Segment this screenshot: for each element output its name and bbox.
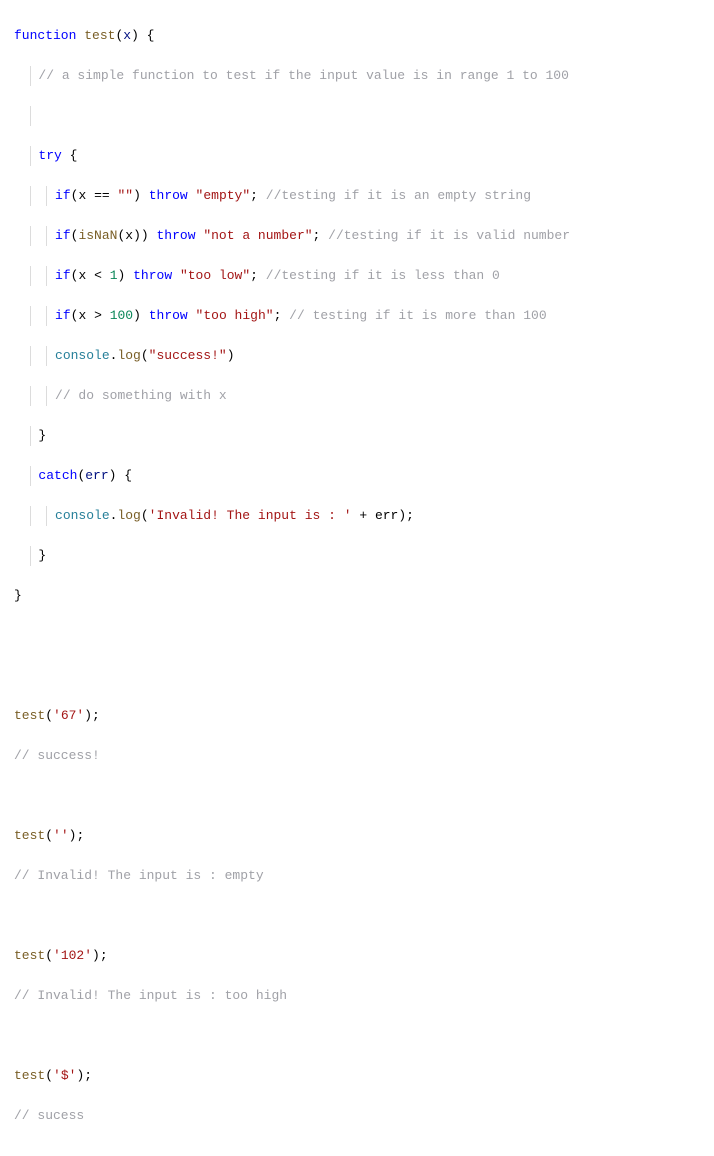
comment: // success! bbox=[14, 748, 100, 763]
code-line: test(''); bbox=[14, 826, 700, 846]
string-literal: '$' bbox=[53, 1068, 76, 1083]
op-eq: == bbox=[94, 188, 110, 203]
string-literal: "success!" bbox=[149, 348, 227, 363]
code-line: if(x < 1) throw "too low"; //testing if … bbox=[14, 266, 700, 286]
keyword-function: function bbox=[14, 28, 76, 43]
code-line: console.log('Invalid! The input is : ' +… bbox=[14, 506, 700, 526]
code-line: if(x > 100) throw "too high"; // testing… bbox=[14, 306, 700, 326]
code-line: // success! bbox=[14, 746, 700, 766]
code-line: console.log("success!") bbox=[14, 346, 700, 366]
op-lt: < bbox=[94, 268, 102, 283]
var-x: x bbox=[78, 188, 86, 203]
blank-line bbox=[14, 786, 700, 806]
function-call: test bbox=[14, 708, 45, 723]
keyword-throw: throw bbox=[149, 188, 188, 203]
keyword-throw: throw bbox=[149, 308, 188, 323]
code-line: if(x == "") throw "empty"; //testing if … bbox=[14, 186, 700, 206]
string-literal: "too high" bbox=[196, 308, 274, 323]
code-line: } bbox=[14, 546, 700, 566]
method-log: log bbox=[117, 348, 140, 363]
keyword-try: try bbox=[38, 148, 61, 163]
comment: //testing if it is an empty string bbox=[266, 188, 531, 203]
builtin-console: console bbox=[55, 348, 110, 363]
comment: // testing if it is more than 100 bbox=[289, 308, 546, 323]
param-err: err bbox=[85, 468, 108, 483]
keyword-catch: catch bbox=[38, 468, 77, 483]
var-err: err bbox=[375, 508, 398, 523]
op-gt: > bbox=[94, 308, 102, 323]
code-line bbox=[14, 106, 700, 126]
code-line: test('67'); bbox=[14, 706, 700, 726]
string-literal: "" bbox=[118, 188, 134, 203]
code-line: // a simple function to test if the inpu… bbox=[14, 66, 700, 86]
comment: // a simple function to test if the inpu… bbox=[38, 68, 569, 83]
comment: // do something with x bbox=[55, 388, 227, 403]
code-line: function test(x) { bbox=[14, 26, 700, 46]
code-line: test('$'); bbox=[14, 1066, 700, 1086]
number-literal: 1 bbox=[110, 268, 118, 283]
string-literal: '' bbox=[53, 828, 69, 843]
code-line: // Invalid! The input is : empty bbox=[14, 866, 700, 886]
function-name: test bbox=[84, 28, 115, 43]
comment: //testing if it is valid number bbox=[328, 228, 570, 243]
function-call: test bbox=[14, 1068, 45, 1083]
string-literal: 'Invalid! The input is : ' bbox=[149, 508, 352, 523]
comment: //testing if it is less than 0 bbox=[266, 268, 500, 283]
param-x: x bbox=[123, 28, 131, 43]
code-line: // do something with x bbox=[14, 386, 700, 406]
op-plus: + bbox=[359, 508, 367, 523]
code-line: // Invalid! The input is : too high bbox=[14, 986, 700, 1006]
string-literal: "too low" bbox=[180, 268, 250, 283]
keyword-if: if bbox=[55, 228, 71, 243]
blank-line bbox=[14, 666, 700, 686]
function-call: test bbox=[14, 828, 45, 843]
comment: // Invalid! The input is : empty bbox=[14, 868, 264, 883]
string-literal: '67' bbox=[53, 708, 84, 723]
code-line: test('102'); bbox=[14, 946, 700, 966]
string-literal: "empty" bbox=[196, 188, 251, 203]
keyword-if: if bbox=[55, 268, 71, 283]
string-literal: "not a number" bbox=[203, 228, 312, 243]
method-log: log bbox=[117, 508, 140, 523]
keyword-if: if bbox=[55, 308, 71, 323]
code-line: catch(err) { bbox=[14, 466, 700, 486]
string-literal: '102' bbox=[53, 948, 92, 963]
keyword-throw: throw bbox=[157, 228, 196, 243]
var-x: x bbox=[125, 228, 133, 243]
number-literal: 100 bbox=[110, 308, 133, 323]
comment: // sucess bbox=[14, 1108, 84, 1123]
keyword-throw: throw bbox=[133, 268, 172, 283]
var-x: x bbox=[78, 308, 86, 323]
code-block: function test(x) { // a simple function … bbox=[0, 0, 714, 1156]
code-line: // sucess bbox=[14, 1106, 700, 1126]
keyword-if: if bbox=[55, 188, 71, 203]
blank-line bbox=[14, 1026, 700, 1046]
fn-isnan: isNaN bbox=[78, 228, 117, 243]
function-call: test bbox=[14, 948, 45, 963]
comment: // Invalid! The input is : too high bbox=[14, 988, 287, 1003]
code-line: try { bbox=[14, 146, 700, 166]
code-line: } bbox=[14, 426, 700, 446]
blank-line bbox=[14, 906, 700, 926]
blank-line bbox=[14, 626, 700, 646]
builtin-console: console bbox=[55, 508, 110, 523]
code-line: } bbox=[14, 586, 700, 606]
code-line: if(isNaN(x)) throw "not a number"; //tes… bbox=[14, 226, 700, 246]
var-x: x bbox=[78, 268, 86, 283]
